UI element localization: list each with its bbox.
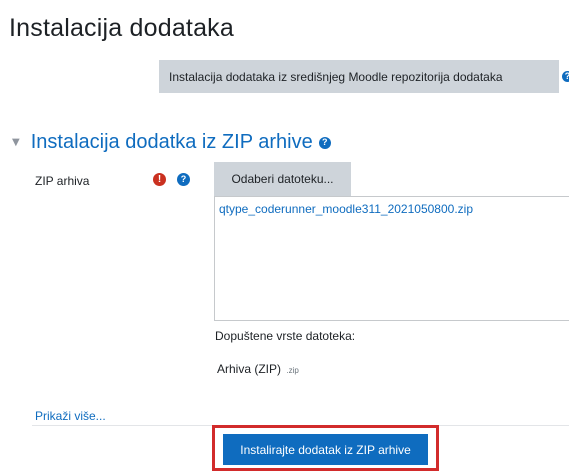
chevron-down-icon[interactable]: ▼	[12, 137, 20, 148]
choose-file-button[interactable]: Odaberi datoteku...	[214, 162, 351, 196]
question-circle-icon[interactable]: ?	[562, 71, 569, 82]
question-circle-icon[interactable]: ?	[318, 136, 331, 149]
zip-section-header[interactable]: ▼ Instalacija dodatka iz ZIP arhive ?	[12, 131, 331, 154]
allowed-type-name: Arhiva (ZIP)	[217, 362, 282, 376]
selected-file-link[interactable]: qtype_coderunner_moodle311_2021050800.zi…	[219, 202, 473, 216]
required-icon: !	[153, 173, 166, 186]
section-title[interactable]: Instalacija dodatka iz ZIP arhive	[31, 131, 313, 154]
install-from-zip-button[interactable]: Instalirajte dodatak iz ZIP arhive	[223, 434, 428, 465]
allowed-type: Arhiva (ZIP) .zip	[217, 362, 299, 376]
allowed-type-ext: .zip	[286, 366, 299, 375]
page-title: Instalacija dodataka	[9, 14, 234, 42]
zip-field-label: ZIP arhiva	[35, 174, 90, 188]
file-drop-area[interactable]: qtype_coderunner_moodle311_2021050800.zi…	[214, 196, 569, 321]
question-circle-icon[interactable]: ?	[177, 173, 190, 186]
show-more-link[interactable]: Prikaži više...	[35, 409, 106, 423]
repository-install-button[interactable]: Instalacija dodataka iz središnjeg Moodl…	[159, 60, 559, 93]
allowed-types-label: Dopuštene vrste datoteka:	[215, 329, 356, 343]
